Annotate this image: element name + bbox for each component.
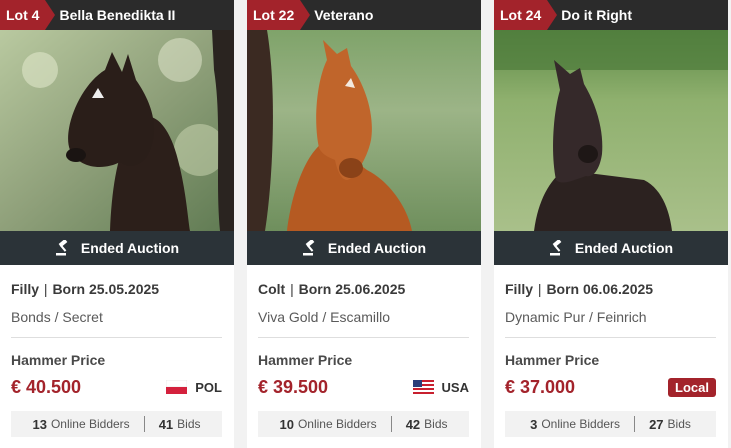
separator: | — [537, 281, 542, 297]
pedigree: Viva Gold / Escamillo — [258, 309, 391, 325]
poland-flag-icon — [166, 380, 188, 394]
separator: | — [290, 281, 294, 297]
card-header: Lot 22 Veterano — [247, 0, 481, 30]
hammer-price-label: Hammer Price — [258, 352, 353, 368]
auction-card-lot-22[interactable]: Lot 22 Veterano Ended Auction Colt | Bor… — [247, 0, 481, 448]
horse-sex: Filly — [505, 281, 534, 297]
lot-badge: Lot 24 — [494, 0, 558, 30]
birth-date: Born 25.06.2025 — [298, 281, 406, 297]
auction-status-label: Ended Auction — [327, 240, 427, 256]
price-row: € 39.500 USA — [258, 376, 469, 398]
separator: | — [43, 281, 48, 297]
horse-photo[interactable] — [0, 30, 234, 231]
online-bidders-count: 10 — [279, 416, 294, 432]
online-bidders-label: Online Bidders — [297, 417, 377, 431]
bids-label: Bids — [667, 417, 691, 431]
horse-sex: Colt — [258, 281, 286, 297]
auction-card-lot-4[interactable]: Lot 4 Bella Benedikta II Ended Auction F… — [0, 0, 234, 448]
sex-birth-line: Filly | Born 06.06.2025 — [505, 281, 716, 299]
hammer-price-label: Hammer Price — [505, 352, 600, 368]
auction-status-bar: Ended Auction — [247, 231, 481, 265]
price-row: € 37.000 Local — [505, 376, 716, 398]
hammer-price-label: Hammer Price — [11, 352, 106, 368]
divider — [258, 337, 469, 338]
bids-summary: 3 Online Bidders 27 Bids — [505, 411, 716, 437]
divider — [634, 416, 636, 432]
horse-photo[interactable] — [247, 30, 481, 231]
auction-status-label: Ended Auction — [574, 240, 674, 256]
horse-name[interactable]: Veterano — [314, 7, 373, 23]
buyer-country: POL — [166, 380, 222, 395]
price-row: € 40.500 POL — [11, 376, 222, 398]
card-header: Lot 4 Bella Benedikta II — [0, 0, 234, 30]
horse-photo[interactable] — [494, 30, 728, 231]
online-bidders-label: Online Bidders — [541, 417, 621, 431]
online-bidders-label: Online Bidders — [50, 417, 130, 431]
pedigree: Dynamic Pur / Feinrich — [505, 309, 647, 325]
bids-label: Bids — [424, 417, 448, 431]
lot-badge: Lot 4 — [0, 0, 57, 30]
online-bidders-count: 13 — [32, 416, 47, 432]
hammer-price: € 40.500 — [11, 376, 82, 397]
bids-summary: 10 Online Bidders 42 Bids — [258, 411, 469, 437]
horse-name[interactable]: Bella Benedikta II — [59, 7, 175, 23]
birth-date: Born 06.06.2025 — [546, 281, 654, 297]
gavel-icon — [55, 240, 68, 256]
pedigree: Bonds / Secret — [11, 309, 103, 325]
card-info: Filly | Born 06.06.2025 Dynamic Pur / Fe… — [505, 265, 716, 437]
country-code: USA — [441, 379, 469, 395]
buyer-country: USA — [412, 379, 469, 395]
auction-status-bar: Ended Auction — [0, 231, 234, 265]
auction-card-lot-24[interactable]: Lot 24 Do it Right Ended Auction Filly |… — [494, 0, 728, 448]
divider — [143, 416, 145, 432]
lot-badge: Lot 22 — [247, 0, 311, 30]
auction-status-label: Ended Auction — [80, 240, 180, 256]
gavel-icon — [302, 240, 315, 256]
birth-date: Born 25.05.2025 — [52, 281, 160, 297]
hammer-price: € 37.000 — [505, 376, 576, 397]
card-info: Filly | Born 25.05.2025 Bonds / Secret H… — [11, 265, 222, 437]
bids-count: 27 — [649, 416, 664, 432]
online-bidders-count: 3 — [530, 416, 538, 432]
horse-sex: Filly — [11, 281, 40, 297]
card-info: Colt | Born 25.06.2025 Viva Gold / Escam… — [258, 265, 469, 437]
bids-count: 41 — [158, 416, 174, 432]
divider — [11, 337, 222, 338]
usa-flag-icon — [412, 380, 434, 394]
divider — [390, 416, 392, 432]
divider — [505, 337, 716, 338]
sex-birth-line: Colt | Born 25.06.2025 — [258, 281, 469, 299]
auction-status-bar: Ended Auction — [494, 231, 728, 265]
horse-name[interactable]: Do it Right — [561, 7, 632, 23]
card-header: Lot 24 Do it Right — [494, 0, 728, 30]
local-badge: Local — [668, 377, 716, 397]
bids-summary: 13 Online Bidders 41 Bids — [11, 411, 222, 437]
country-code: POL — [195, 379, 222, 395]
sex-birth-line: Filly | Born 25.05.2025 — [11, 281, 222, 299]
gavel-icon — [549, 240, 562, 256]
bids-count: 42 — [405, 416, 421, 432]
hammer-price: € 39.500 — [258, 376, 329, 397]
bids-label: Bids — [177, 417, 201, 431]
